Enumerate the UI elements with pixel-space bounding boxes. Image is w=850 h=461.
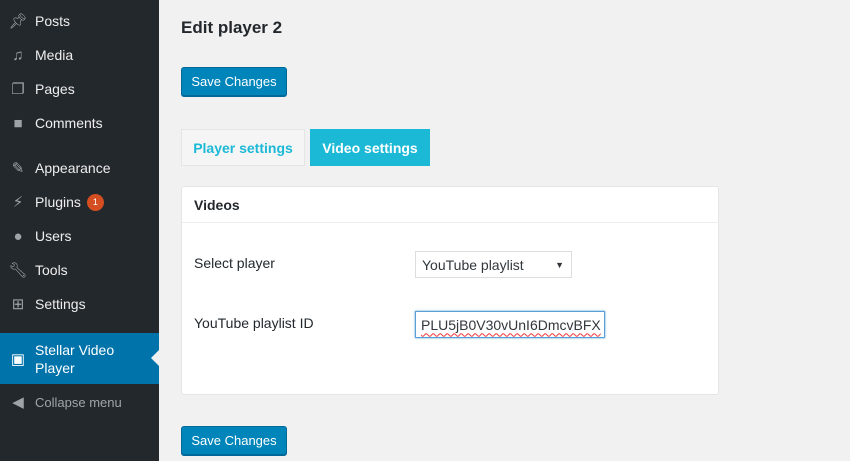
panel-title: Videos: [182, 187, 718, 223]
wrench-icon: 🔧︎: [8, 262, 28, 279]
sidebar-item-settings[interactable]: ⊞ Settings: [0, 287, 159, 321]
sidebar-item-appearance[interactable]: ✎ Appearance: [0, 151, 159, 185]
videos-panel: Videos Select player YouTube playlist ▼ Y…: [181, 186, 719, 395]
pages-icon: ❐: [11, 81, 25, 98]
player-select[interactable]: YouTube playlist ▼: [415, 251, 572, 278]
video-icon: ▣: [10, 350, 26, 368]
save-changes-button-bottom[interactable]: Save Changes: [181, 426, 287, 455]
media-icon: ♫: [12, 46, 24, 64]
collapse-menu-button[interactable]: ◀ Collapse menu: [0, 385, 159, 419]
pin-icon: 📌︎: [8, 13, 28, 30]
playlist-id-input[interactable]: PLU5jB0V30vUnI6DmcvBFX: [415, 311, 605, 338]
playlist-id-label: YouTube playlist ID: [194, 315, 314, 331]
sidebar-item-pages[interactable]: ❐ Pages: [0, 72, 159, 106]
dropdown-arrow-icon: ▼: [555, 259, 564, 270]
user-icon: ●: [13, 227, 23, 245]
sidebar-item-tools[interactable]: 🔧︎ Tools: [0, 253, 159, 287]
plugin-icon: ⚡︎: [12, 194, 24, 211]
tab-video-settings[interactable]: Video settings: [310, 129, 430, 166]
brush-icon: ✎: [11, 160, 25, 177]
save-changes-button-top[interactable]: Save Changes: [181, 67, 287, 96]
sidebar-item-stellar-video-player[interactable]: ▣ Stellar Video Player: [0, 333, 159, 384]
update-badge: 1: [86, 193, 104, 211]
tab-player-settings[interactable]: Player settings: [181, 129, 305, 166]
admin-sidebar: 📌︎ Posts ♫ Media ❐ Pages ■ Comments ✎ Appeara…: [0, 0, 159, 461]
sliders-icon: ⊞: [11, 296, 25, 313]
sidebar-item-plugins[interactable]: ⚡︎ Plugins 1: [0, 185, 159, 219]
select-player-label: Select player: [194, 255, 275, 271]
collapse-icon: ◀: [12, 394, 24, 411]
page-title: Edit player 2: [181, 18, 283, 37]
sidebar-item-comments[interactable]: ■ Comments: [0, 106, 159, 140]
sidebar-item-posts[interactable]: 📌︎ Posts: [0, 4, 159, 38]
sidebar-item-media[interactable]: ♫ Media: [0, 38, 159, 72]
comment-icon: ■: [13, 114, 23, 132]
sidebar-item-users[interactable]: ● Users: [0, 219, 159, 253]
